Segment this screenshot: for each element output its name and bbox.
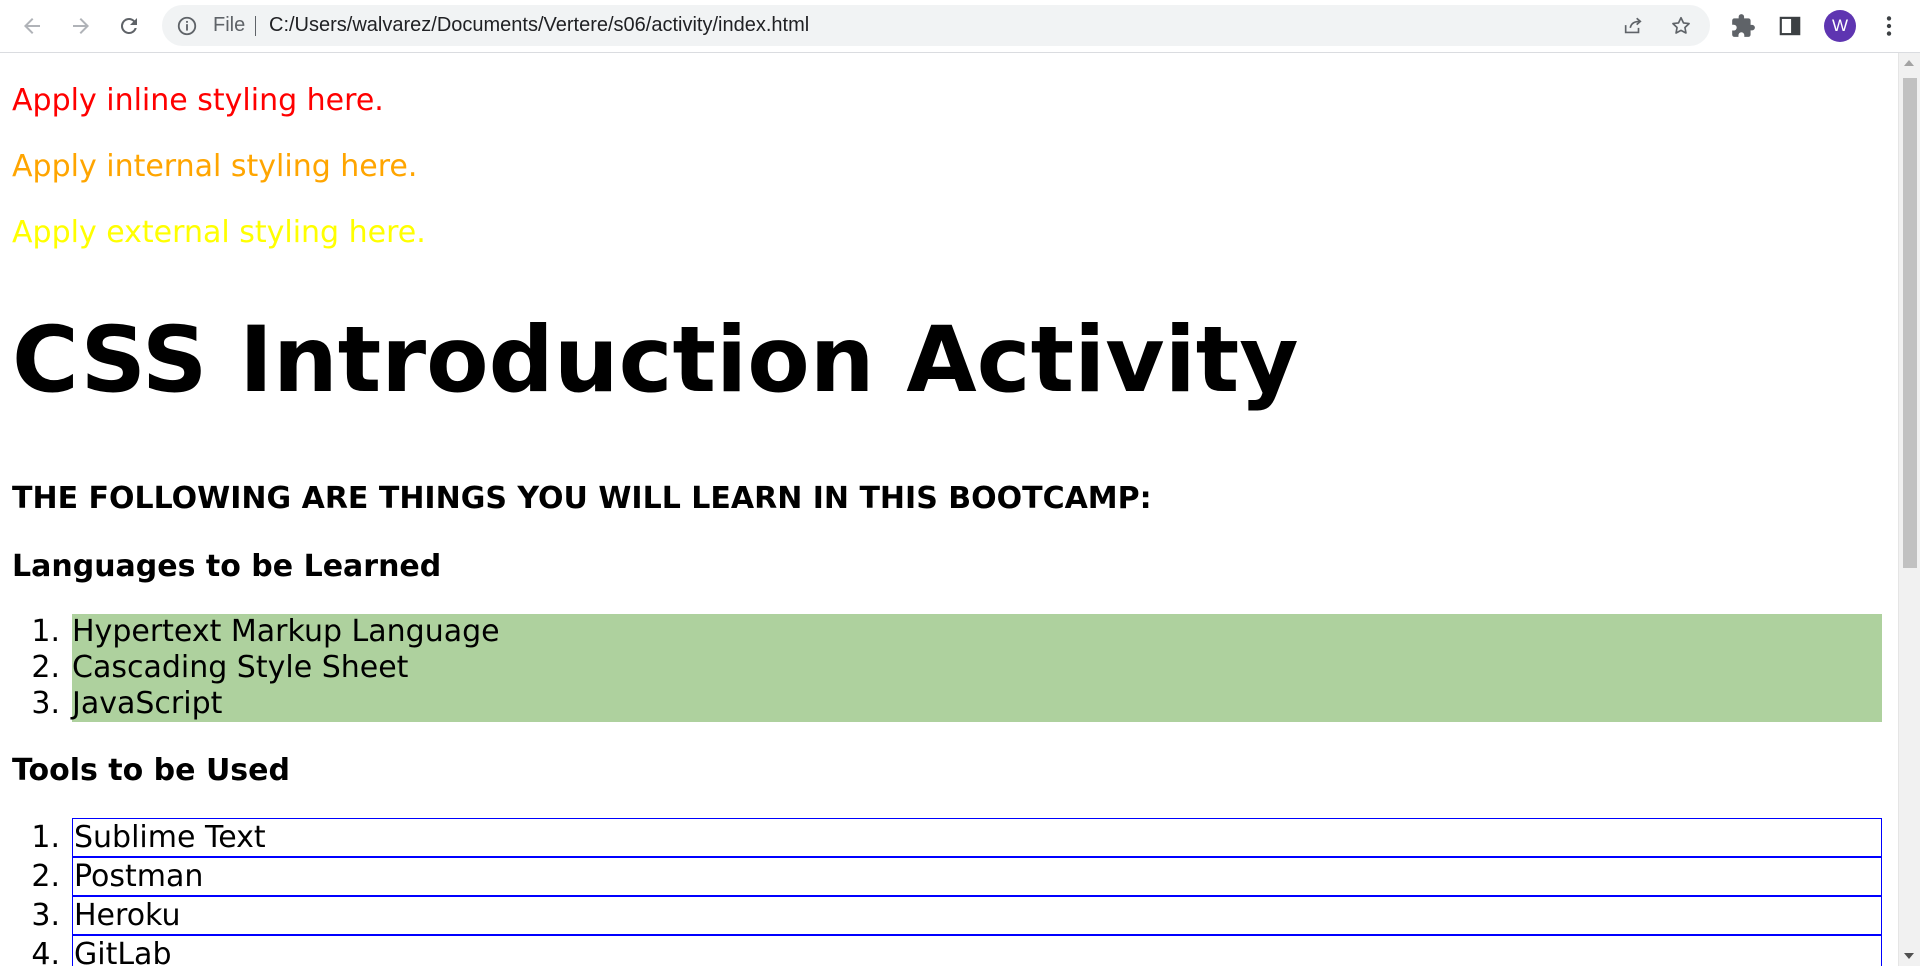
list-item: Sublime Text <box>74 820 266 855</box>
back-button[interactable] <box>17 11 47 41</box>
list-item-number: 2. <box>31 650 60 685</box>
list-item: Heroku <box>74 898 181 933</box>
list-item-number: 3. <box>31 898 60 933</box>
scroll-down-arrow-icon[interactable] <box>1904 953 1914 959</box>
list-item: Hypertext Markup Language <box>72 614 500 649</box>
list-item: GitLab <box>74 937 172 966</box>
inline-styled-paragraph: Apply inline styling here. <box>12 83 384 118</box>
list-item-number: 3. <box>31 686 60 721</box>
side-panel-icon[interactable] <box>1777 13 1803 39</box>
kebab-menu-icon[interactable] <box>1876 13 1902 39</box>
list-item: Postman <box>74 859 204 894</box>
forward-button[interactable] <box>66 11 96 41</box>
tools-heading: Tools to be Used <box>12 753 290 788</box>
list-item-number: 2. <box>31 859 60 894</box>
profile-avatar[interactable]: W <box>1824 10 1856 42</box>
tool-item-box <box>72 935 1882 966</box>
list-item-number: 4. <box>31 937 60 966</box>
star-icon[interactable] <box>1670 15 1692 37</box>
tool-item-box <box>72 818 1882 857</box>
omnibox-separator <box>255 16 256 36</box>
tool-item-box <box>72 896 1882 935</box>
address-bar[interactable]: File C:/Users/walvarez/Documents/Vertere… <box>162 5 1710 46</box>
page-title: CSS Introduction Activity <box>12 308 1299 413</box>
reload-icon <box>120 17 137 34</box>
back-arrow-icon <box>24 18 40 34</box>
vertical-scrollbar[interactable] <box>1898 53 1920 966</box>
tool-item-box <box>72 857 1882 896</box>
scrollbar-thumb[interactable] <box>1903 78 1917 568</box>
page-viewport: Apply inline styling here. Apply interna… <box>0 53 1898 966</box>
extensions-icon[interactable] <box>1730 13 1756 39</box>
list-item-number: 1. <box>31 614 60 649</box>
internal-styled-paragraph: Apply internal styling here. <box>12 149 418 184</box>
list-item: JavaScript <box>72 686 223 721</box>
url-text[interactable]: C:/Users/walvarez/Documents/Vertere/s06/… <box>269 5 809 46</box>
list-item-number: 1. <box>31 820 60 855</box>
reload-button[interactable] <box>114 11 144 41</box>
bootcamp-subtitle: THE FOLLOWING ARE THINGS YOU WILL LEARN … <box>12 481 1152 516</box>
scroll-up-arrow-icon[interactable] <box>1904 60 1914 66</box>
share-icon[interactable] <box>1622 15 1644 37</box>
forward-arrow-icon <box>73 18 89 34</box>
list-item: Cascading Style Sheet <box>72 650 409 685</box>
info-icon[interactable] <box>176 15 198 37</box>
browser-toolbar: File C:/Users/walvarez/Documents/Vertere… <box>0 0 1920 53</box>
scheme-label: File <box>213 14 246 36</box>
external-styled-paragraph: Apply external styling here. <box>12 215 426 250</box>
languages-heading: Languages to be Learned <box>12 549 442 584</box>
